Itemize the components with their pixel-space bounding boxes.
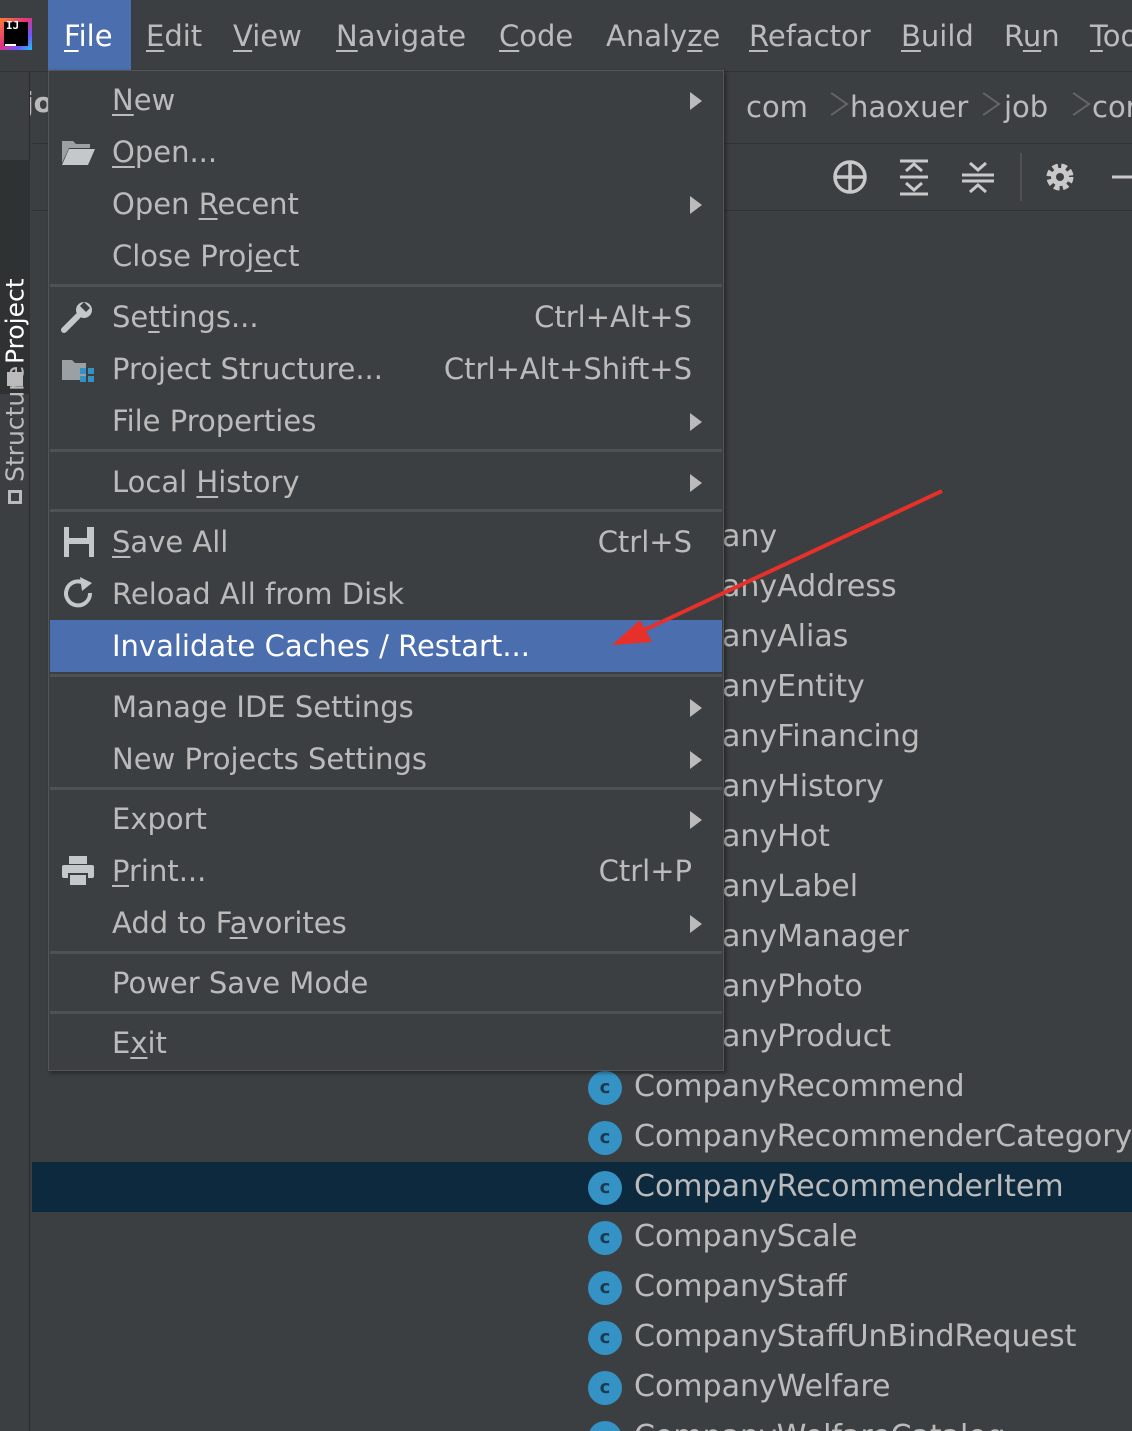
menu-separator	[50, 674, 722, 677]
menu-code[interactable]: Code	[499, 0, 573, 70]
menu-tools[interactable]: Too	[1090, 0, 1132, 70]
menu-separator	[50, 951, 722, 954]
submenu-arrow-icon	[690, 474, 702, 492]
reload-icon	[64, 577, 93, 608]
menu-separator	[50, 509, 722, 512]
menu-item-reload-all[interactable]: Reload All from Disk	[50, 568, 722, 620]
tree-item[interactable]: c CompanyStaff	[32, 1262, 1132, 1312]
menu-item-print[interactable]: Print... Ctrl+P	[50, 845, 722, 897]
submenu-arrow-icon	[690, 915, 702, 933]
menu-item-export[interactable]: Export	[50, 793, 722, 845]
chevron-right-icon	[1064, 90, 1078, 126]
structure-tab-label: Structure	[0, 365, 30, 482]
tree-item-selected[interactable]: c CompanyRecommenderItem	[32, 1162, 1132, 1212]
class-icon: c	[588, 1271, 622, 1305]
menu-item-file-properties[interactable]: File Properties	[50, 395, 722, 447]
menu-item-new-projects-settings[interactable]: New Projects Settings	[50, 733, 722, 785]
menu-item-project-structure[interactable]: Project Structure... Ctrl+Alt+Shift+S	[50, 343, 722, 395]
locate-icon[interactable]	[830, 157, 870, 197]
menu-item-settings[interactable]: Settings... Ctrl+Alt+S	[50, 291, 722, 343]
intellij-logo-icon: IJ	[0, 18, 32, 50]
submenu-arrow-icon	[690, 413, 702, 431]
tool-window-strip: Project Structure	[0, 72, 30, 1431]
menu-separator	[50, 787, 722, 790]
tree-item[interactable]: c CompanyScale	[32, 1212, 1132, 1262]
submenu-arrow-icon	[690, 811, 702, 829]
file-menu-popup: New Open... Open Recent Close Project Se…	[48, 70, 724, 1071]
wrench-icon	[61, 302, 92, 333]
menu-item-new[interactable]: New	[50, 74, 722, 126]
menu-analyze[interactable]: Analyze	[606, 0, 720, 70]
class-icon: c	[588, 1221, 622, 1255]
shortcut-label: Ctrl+Alt+S	[534, 300, 692, 334]
minimize-icon[interactable]	[1108, 157, 1132, 197]
chevron-right-icon	[822, 90, 836, 126]
menu-item-save-all[interactable]: Save All Ctrl+S	[50, 516, 722, 568]
menu-separator	[50, 1011, 722, 1014]
structure-icon	[8, 490, 22, 504]
submenu-arrow-icon	[690, 751, 702, 769]
menu-build[interactable]: Build	[901, 0, 974, 70]
menu-item-close-project[interactable]: Close Project	[50, 230, 722, 282]
menu-separator	[50, 284, 722, 287]
class-icon: c	[588, 1071, 622, 1105]
shortcut-label: Ctrl+Alt+Shift+S	[443, 352, 692, 386]
project-structure-icon	[62, 360, 94, 382]
menu-view[interactable]: View	[233, 0, 302, 70]
menu-bar: IJ File Edit View Navigate Code Analyze …	[0, 0, 1132, 72]
menu-item-open[interactable]: Open...	[50, 126, 722, 178]
menu-item-invalidate-caches[interactable]: Invalidate Caches / Restart...	[50, 620, 722, 672]
class-icon: c	[588, 1321, 622, 1355]
breadcrumb-cor[interactable]: cor	[1092, 72, 1132, 144]
folder-open-icon	[62, 141, 95, 165]
class-icon: c	[588, 1171, 622, 1205]
breadcrumb-job[interactable]: job	[1004, 72, 1048, 144]
menu-file[interactable]: File	[48, 0, 131, 70]
shortcut-label: Ctrl+P	[598, 854, 692, 888]
class-icon: c	[588, 1121, 622, 1155]
tree-item[interactable]: c CompanyRecommenderCategory	[32, 1112, 1132, 1162]
tree-item[interactable]: c CompanyWelfareCatalog	[32, 1412, 1132, 1431]
menu-item-manage-ide-settings[interactable]: Manage IDE Settings	[50, 681, 722, 733]
menu-item-local-history[interactable]: Local History	[50, 456, 722, 508]
submenu-arrow-icon	[690, 196, 702, 214]
tree-item[interactable]: c CompanyStaffUnBindRequest	[32, 1312, 1132, 1362]
menu-navigate[interactable]: Navigate	[336, 0, 466, 70]
save-icon	[64, 527, 94, 557]
breadcrumb-haoxuer[interactable]: haoxuer	[850, 72, 968, 144]
menu-separator	[50, 449, 722, 452]
menu-run[interactable]: Run	[1004, 0, 1060, 70]
printer-icon	[62, 856, 94, 887]
expand-all-icon[interactable]	[894, 157, 934, 197]
menu-item-exit[interactable]: Exit	[50, 1017, 722, 1069]
gear-icon[interactable]	[1040, 157, 1080, 197]
menu-item-open-recent[interactable]: Open Recent	[50, 178, 722, 230]
submenu-arrow-icon	[690, 699, 702, 717]
collapse-all-icon[interactable]	[958, 157, 998, 197]
class-icon: c	[588, 1421, 622, 1431]
structure-tool-tab[interactable]: Structure	[0, 342, 30, 512]
menu-edit[interactable]: Edit	[146, 0, 202, 70]
tree-item[interactable]: c CompanyWelfare	[32, 1362, 1132, 1412]
class-icon: c	[588, 1371, 622, 1405]
chevron-right-icon	[974, 90, 988, 126]
breadcrumb-com[interactable]: com	[746, 72, 808, 144]
menu-item-add-to-favorites[interactable]: Add to Favorites	[50, 897, 722, 949]
menu-refactor[interactable]: Refactor	[749, 0, 871, 70]
shortcut-label: Ctrl+S	[597, 525, 692, 559]
submenu-arrow-icon	[690, 92, 702, 110]
menu-item-power-save-mode[interactable]: Power Save Mode	[50, 957, 722, 1009]
